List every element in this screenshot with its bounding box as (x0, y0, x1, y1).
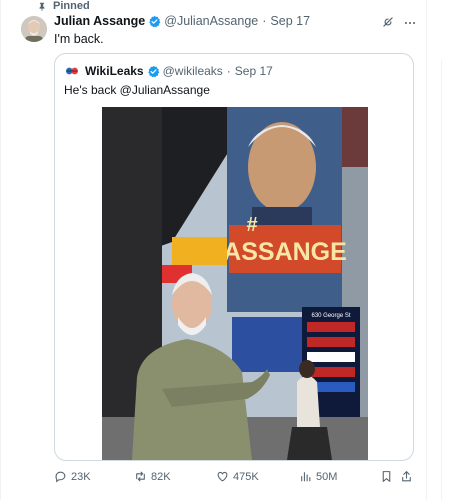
tweet-date[interactable]: Sep 17 (270, 14, 310, 28)
like-button[interactable]: 475K (216, 470, 259, 483)
bookmark-icon[interactable] (380, 470, 393, 483)
action-bar: 23K 82K 475K 50M (54, 470, 414, 486)
grok-icon[interactable] (381, 15, 395, 29)
sidebar-border (441, 60, 442, 500)
quoted-tweet-date[interactable]: Sep 17 (235, 64, 273, 78)
author-handle[interactable]: @JulianAssange (164, 14, 258, 28)
views-count: 50M (316, 470, 338, 483)
left-border (0, 0, 1, 500)
quoted-author-handle[interactable]: @wikileaks (163, 64, 223, 78)
wikileaks-logo-icon (64, 63, 80, 79)
pinned-label: Pinned (53, 0, 90, 12)
repost-count: 82K (151, 470, 171, 483)
avatar[interactable] (21, 16, 47, 42)
share-icon[interactable] (400, 470, 413, 483)
tweet-text: I'm back. (54, 32, 104, 46)
verified-badge-icon (149, 15, 161, 27)
quoted-tweet-text: He's back @JulianAssange (64, 83, 210, 97)
reply-icon (55, 471, 66, 483)
repost-button[interactable]: 82K (134, 470, 171, 483)
repost-icon (136, 471, 145, 482)
quoted-author-name[interactable]: WikiLeaks (85, 64, 144, 78)
heart-icon (217, 471, 228, 482)
separator-dot: · (226, 64, 231, 78)
street-sign-text: 630 George St (311, 313, 350, 319)
timeline-right-border (426, 0, 427, 500)
like-count: 475K (233, 470, 259, 483)
verified-badge-icon (147, 65, 159, 77)
tweet-header: Julian Assange @JulianAssange · Sep 17 (54, 14, 310, 28)
billboard-hash: # (246, 214, 257, 236)
views-button[interactable]: 50M (299, 470, 337, 483)
separator-dot: · (262, 14, 267, 28)
author-name[interactable]: Julian Assange (54, 14, 145, 28)
reply-count: 23K (71, 470, 91, 483)
quoted-tweet-photo[interactable]: ASSANGE # 630 George St (102, 107, 368, 460)
quoted-tweet-card[interactable]: WikiLeaks @wikileaks · Sep 17 He's back … (54, 53, 414, 461)
views-icon (301, 472, 311, 482)
more-icon[interactable] (403, 16, 417, 30)
pin-icon (39, 2, 45, 12)
billboard-text: ASSANGE (223, 238, 347, 266)
reply-button[interactable]: 23K (54, 470, 91, 483)
quoted-tweet-header: WikiLeaks @wikileaks · Sep 17 (64, 63, 273, 79)
